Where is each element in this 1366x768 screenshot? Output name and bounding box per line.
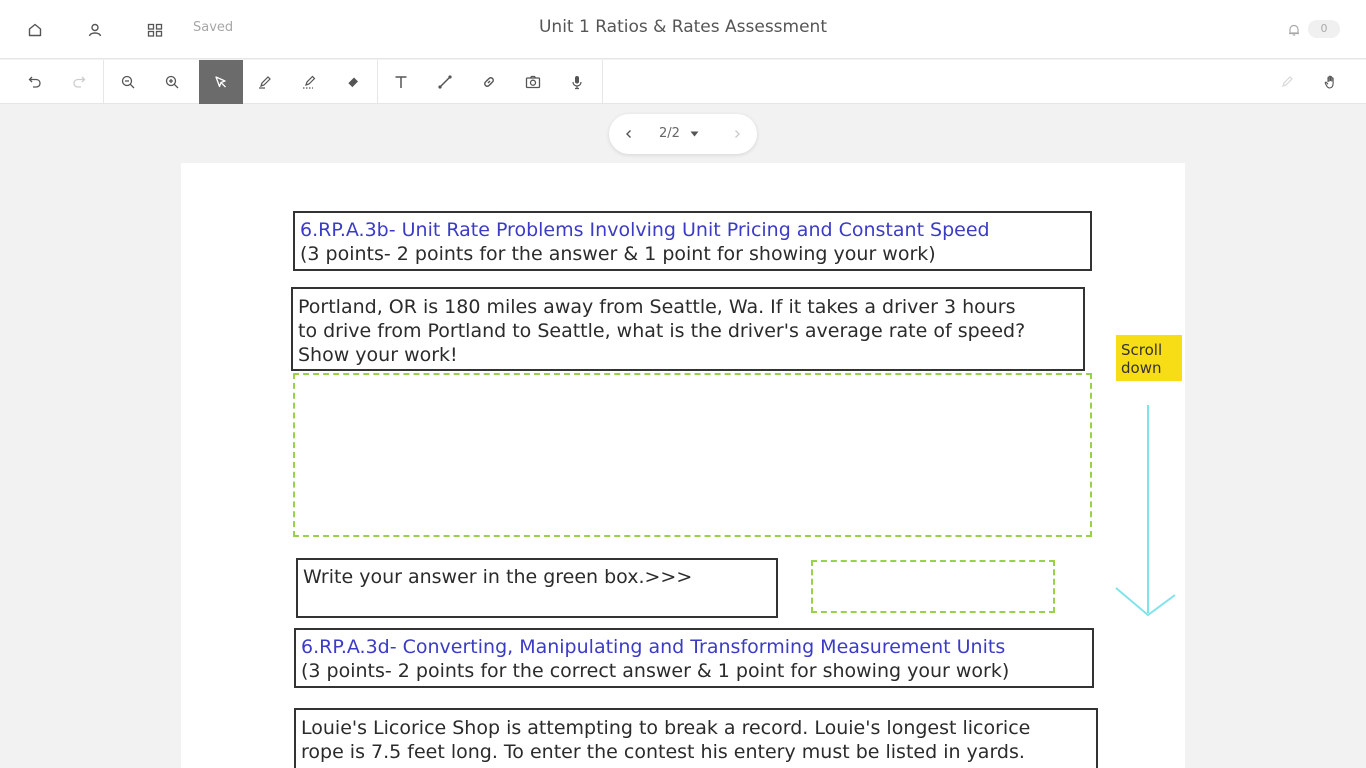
question-box: Louie's Licorice Shop is attempting to b… bbox=[294, 708, 1098, 768]
chevron-down-icon bbox=[690, 126, 699, 141]
down-arrow-drawing bbox=[1115, 405, 1176, 617]
section-heading: 6.RP.A.3b- Unit Rate Problems Involving … bbox=[300, 219, 990, 241]
eraser-icon[interactable] bbox=[331, 60, 375, 104]
sticky-note-line: down bbox=[1121, 359, 1162, 377]
section-points: (3 points- 2 points for the answer & 1 p… bbox=[300, 243, 936, 265]
sticky-note-line: Scroll bbox=[1121, 341, 1163, 359]
page-indicator: 2/2 bbox=[659, 126, 680, 141]
toolbar-divider bbox=[103, 60, 104, 104]
toolbar-divider bbox=[602, 60, 603, 104]
select-cursor-icon[interactable] bbox=[199, 60, 243, 104]
previous-page-button[interactable] bbox=[619, 124, 639, 144]
question-line: Louie's Licorice Shop is attempting to b… bbox=[301, 717, 1031, 739]
question-box: Portland, OR is 180 miles away from Seat… bbox=[291, 287, 1085, 371]
zoom-in-icon[interactable] bbox=[150, 60, 194, 104]
microphone-icon[interactable] bbox=[555, 60, 599, 104]
notification-count[interactable]: 0 bbox=[1308, 20, 1340, 38]
section-heading: 6.RP.A.3d- Converting, Manipulating and … bbox=[301, 636, 1006, 658]
question-line: Portland, OR is 180 miles away from Seat… bbox=[298, 296, 1016, 318]
link-icon[interactable] bbox=[467, 60, 511, 104]
bell-icon[interactable] bbox=[1282, 18, 1306, 42]
highlighter-icon[interactable] bbox=[287, 60, 331, 104]
camera-icon[interactable] bbox=[511, 60, 555, 104]
section-heading-box: 6.RP.A.3d- Converting, Manipulating and … bbox=[294, 628, 1094, 688]
undo-icon[interactable] bbox=[13, 60, 57, 104]
toolbar-divider bbox=[377, 60, 378, 104]
top-bar: Saved Unit 1 Ratios & Rates Assessment 0 bbox=[0, 0, 1366, 59]
zoom-out-icon[interactable] bbox=[106, 60, 150, 104]
question-line: to drive from Portland to Seattle, what … bbox=[298, 320, 1026, 342]
page-select[interactable]: 2/2 bbox=[659, 126, 699, 141]
line-icon[interactable] bbox=[423, 60, 467, 104]
pen-icon[interactable] bbox=[243, 60, 287, 104]
work-answer-box[interactable] bbox=[293, 373, 1092, 537]
final-answer-box[interactable] bbox=[811, 560, 1055, 613]
question-line: Show your work! bbox=[298, 344, 458, 366]
document-title: Unit 1 Ratios & Rates Assessment bbox=[538, 17, 827, 37]
question-line: rope is 7.5 feet long. To enter the cont… bbox=[301, 741, 1025, 763]
annotation-toolbar bbox=[0, 60, 1366, 104]
redo-icon[interactable] bbox=[57, 60, 101, 104]
hand-pan-icon[interactable] bbox=[1309, 60, 1353, 104]
section-heading-box: 6.RP.A.3b- Unit Rate Problems Involving … bbox=[293, 211, 1092, 271]
section-points: (3 points- 2 points for the correct answ… bbox=[301, 660, 1010, 682]
answer-prompt: Write your answer in the green box.>>> bbox=[303, 566, 693, 588]
text-icon[interactable] bbox=[379, 60, 423, 104]
next-page-button[interactable] bbox=[727, 124, 747, 144]
page-navigator: 2/2 bbox=[609, 114, 757, 154]
document-page: 6.RP.A.3b- Unit Rate Problems Involving … bbox=[181, 163, 1185, 768]
sticky-note[interactable]: Scroll down bbox=[1116, 335, 1182, 381]
answer-prompt-box: Write your answer in the green box.>>> bbox=[296, 558, 778, 618]
pencil-disabled-icon[interactable] bbox=[1265, 60, 1309, 104]
